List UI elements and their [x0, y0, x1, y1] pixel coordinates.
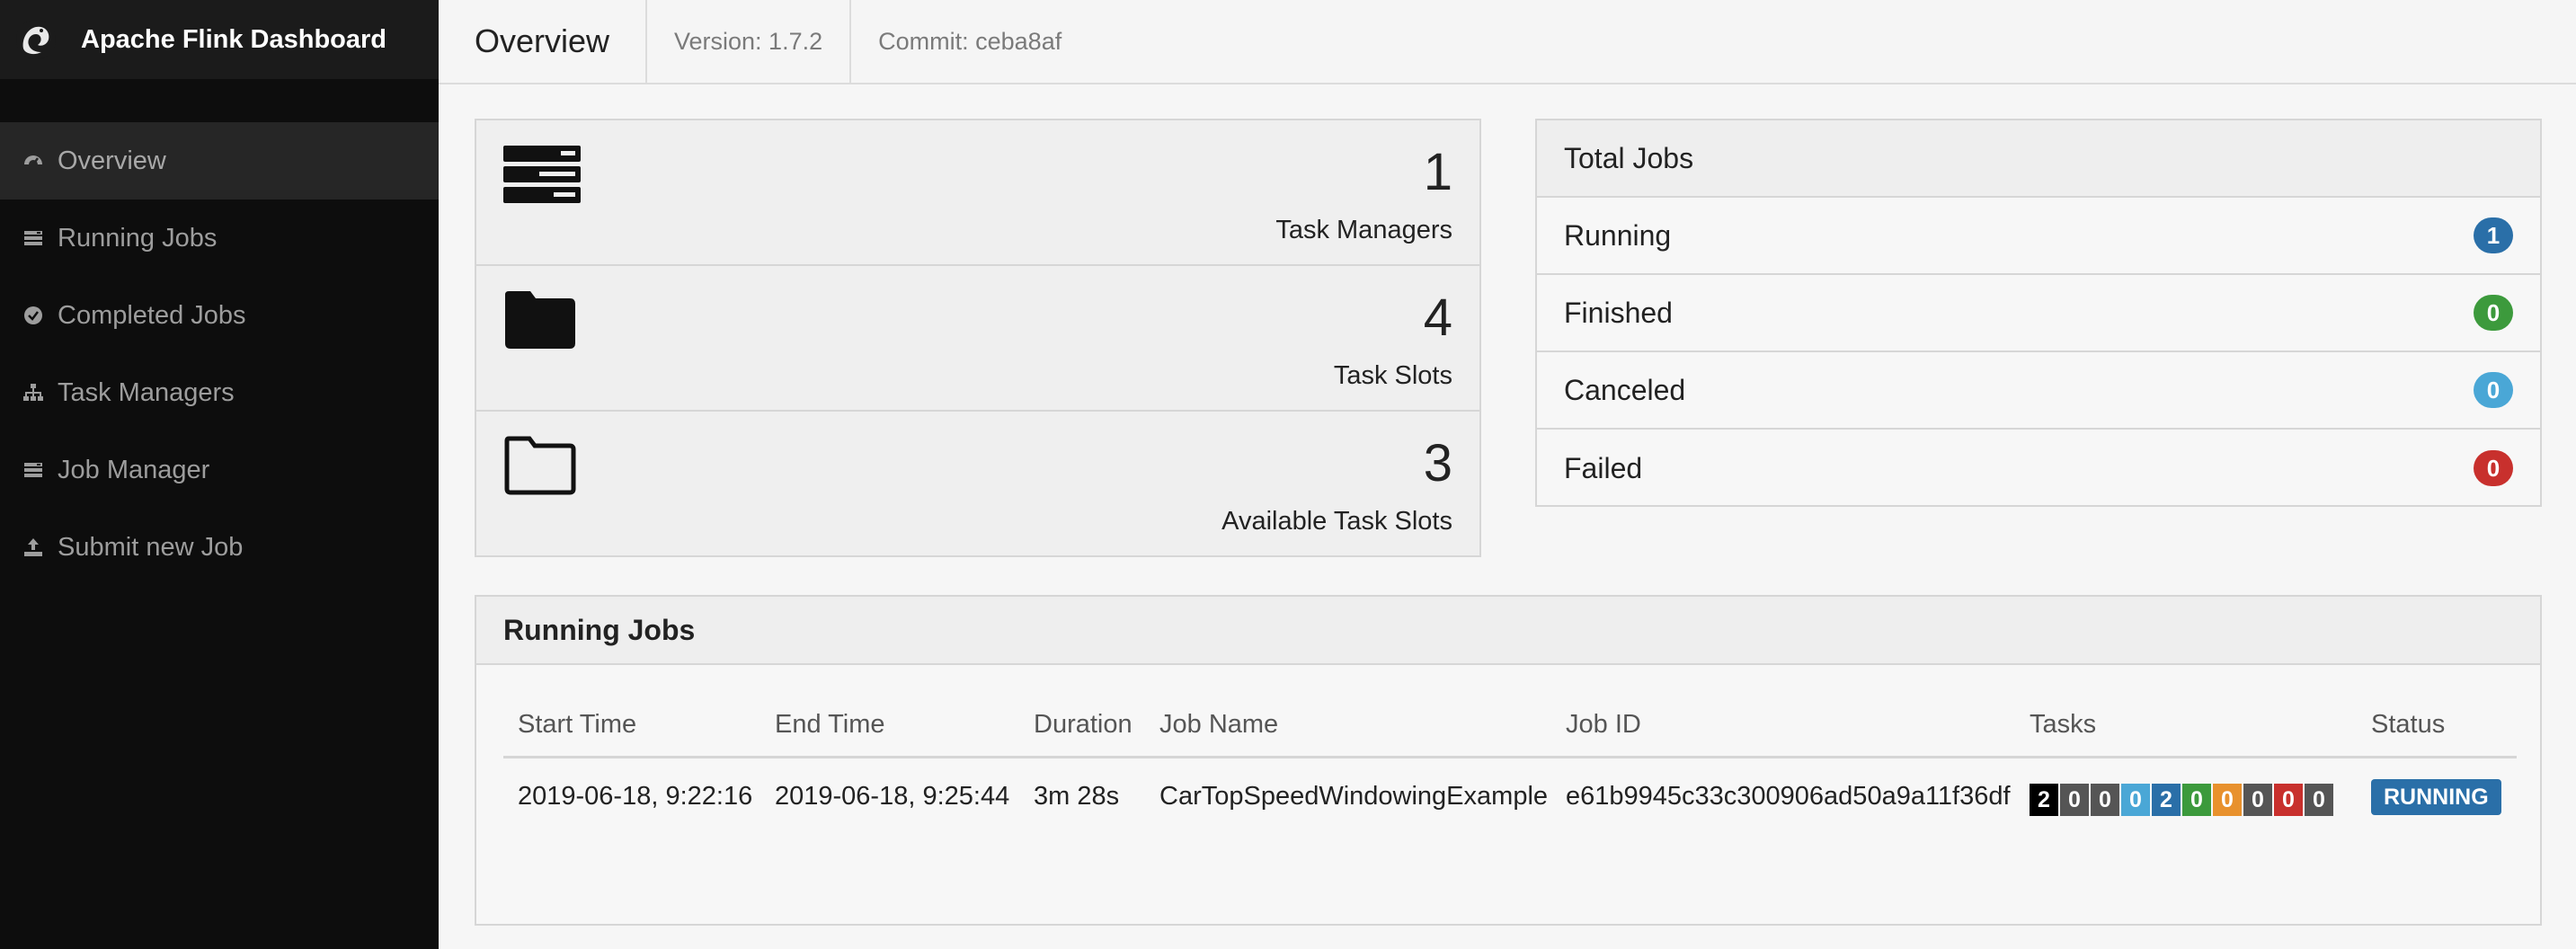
column-header[interactable]: Tasks: [2030, 710, 2096, 740]
failed-count-badge: 0: [2474, 450, 2513, 486]
flink-squirrel-logo-icon: [16, 20, 56, 59]
cluster-stats-panel: 1 Task Managers 4 Task Slots 3 Available…: [475, 119, 1481, 557]
sidebar-item-label: Task Managers: [58, 377, 235, 407]
column-header[interactable]: Job ID: [1566, 710, 1641, 740]
sidebar-item-label: Submit new Job: [58, 532, 244, 562]
task-count-box: 2: [2152, 784, 2181, 816]
top-bar: Overview Version: 1.7.2 Commit: ceba8af: [439, 0, 2576, 84]
sidebar-item-task-managers[interactable]: Task Managers: [0, 354, 439, 431]
check-circle-icon: [22, 304, 45, 327]
table-header: Start Time End Time Duration Job Name Jo…: [503, 701, 2517, 758]
total-jobs-title: Total Jobs: [1537, 120, 2540, 198]
total-jobs-label: Canceled: [1564, 373, 1686, 406]
task-managers-count: 1: [1423, 143, 1452, 201]
running-jobs-title: Running Jobs: [476, 597, 2540, 665]
task-managers-label: Task Managers: [1275, 216, 1452, 244]
task-slots-count: 4: [1423, 288, 1452, 347]
column-header[interactable]: Job Name: [1159, 710, 1278, 740]
sidebar-item-overview[interactable]: Overview: [0, 122, 439, 200]
task-slots-label: Task Slots: [1333, 361, 1452, 390]
total-jobs-row-finished: Finished 0: [1537, 275, 2540, 352]
sidebar-item-running-jobs[interactable]: Running Jobs: [0, 200, 439, 277]
status-badge: RUNNING: [2371, 779, 2501, 815]
stat-available-task-slots: 3 Available Task Slots: [476, 412, 1479, 557]
task-count-box: 0: [2305, 784, 2333, 816]
page-title: Overview: [439, 0, 647, 83]
upload-icon: [22, 536, 45, 559]
job-id-cell: e61b9945c33c300906ad50a9a11f36df: [1566, 782, 2011, 811]
sidebar-item-job-manager[interactable]: Job Manager: [0, 431, 439, 509]
list-icon: [22, 226, 45, 250]
stat-task-slots: 4 Task Slots: [476, 266, 1479, 412]
running-jobs-panel: Running Jobs Start Time End Time Duratio…: [475, 595, 2542, 926]
task-count-box: 0: [2182, 784, 2211, 816]
tasks-cell: 2000200000: [2030, 784, 2333, 816]
total-jobs-row-canceled: Canceled 0: [1537, 352, 2540, 430]
total-jobs-label: Running: [1564, 218, 1672, 252]
commit-label: Commit: ceba8af: [878, 27, 1062, 55]
total-jobs-panel: Total Jobs Running 1 Finished 0 Canceled…: [1535, 119, 2542, 507]
sidebar-item-submit-new-job[interactable]: Submit new Job: [0, 509, 439, 586]
column-header[interactable]: Status: [2371, 710, 2445, 740]
version-label: Version: 1.7.2: [647, 0, 852, 83]
sidebar-item-label: Completed Jobs: [58, 300, 246, 330]
sidebar: Apache Flink Dashboard Overview Running …: [0, 0, 439, 949]
stat-task-managers: 1 Task Managers: [476, 120, 1479, 266]
sidebar-nav: Overview Running Jobs Completed Jobs Tas…: [0, 122, 439, 586]
task-count-box: 2: [2030, 784, 2058, 816]
sidebar-item-label: Overview: [58, 146, 166, 175]
column-header[interactable]: End Time: [775, 710, 885, 740]
server-icon: [503, 146, 581, 203]
task-count-box: 0: [2060, 784, 2089, 816]
available-task-slots-count: 3: [1423, 434, 1452, 492]
task-count-box: 0: [2243, 784, 2272, 816]
total-jobs-label: Failed: [1564, 451, 1643, 484]
total-jobs-label: Finished: [1564, 296, 1673, 329]
dashboard-icon: [22, 149, 45, 173]
duration-cell: 3m 28s: [1034, 782, 1120, 811]
column-header[interactable]: Duration: [1034, 710, 1133, 740]
column-header[interactable]: Start Time: [518, 710, 760, 740]
finished-count-badge: 0: [2474, 295, 2513, 331]
available-task-slots-label: Available Task Slots: [1221, 507, 1452, 536]
folder-icon: [505, 291, 575, 349]
status-cell: RUNNING: [2371, 778, 2501, 815]
app-title: Apache Flink Dashboard: [81, 24, 387, 54]
canceled-count-badge: 0: [2474, 372, 2513, 408]
table-row[interactable]: 2019-06-18, 9:22:16 2019-06-18, 9:25:44 …: [503, 758, 2517, 857]
list-icon: [22, 458, 45, 482]
sidebar-item-completed-jobs[interactable]: Completed Jobs: [0, 277, 439, 354]
folder-open-icon: [504, 436, 576, 495]
end-time-cell: 2019-06-18, 9:25:44: [775, 782, 1010, 811]
start-time-cell: 2019-06-18, 9:22:16: [518, 782, 753, 811]
task-count-box: 0: [2121, 784, 2150, 816]
sidebar-item-label: Running Jobs: [58, 223, 218, 253]
task-count-box: 0: [2091, 784, 2119, 816]
sidebar-item-label: Job Manager: [58, 455, 210, 484]
total-jobs-row-failed: Failed 0: [1537, 430, 2540, 507]
total-jobs-row-running: Running 1: [1537, 198, 2540, 275]
brand[interactable]: Apache Flink Dashboard: [0, 0, 439, 79]
sitemap-icon: [22, 381, 45, 404]
running-jobs-table: Start Time End Time Duration Job Name Jo…: [503, 701, 2517, 857]
job-name-cell: CarTopSpeedWindowingExample: [1159, 782, 1549, 811]
running-count-badge: 1: [2474, 217, 2513, 253]
task-count-box: 0: [2274, 784, 2303, 816]
task-count-box: 0: [2213, 784, 2242, 816]
